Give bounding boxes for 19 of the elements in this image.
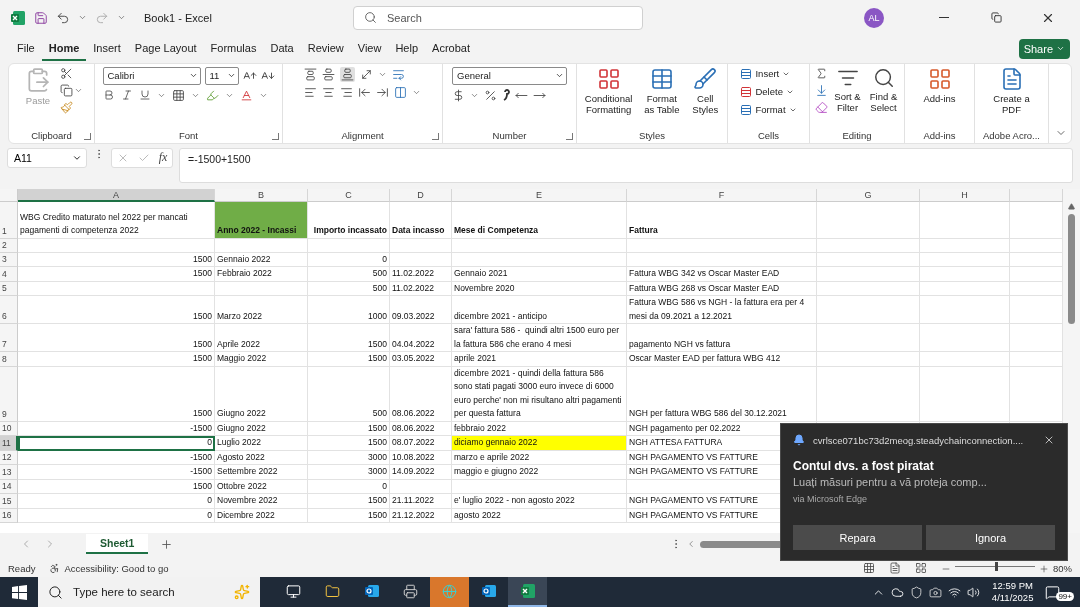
- notification-count: 99+: [1056, 591, 1074, 601]
- group-label: Add-ins: [923, 129, 956, 141]
- group-label: Alignment: [341, 129, 384, 141]
- status-ready: Ready: [8, 563, 36, 574]
- date: 4/11/2025: [991, 592, 1034, 604]
- group-label: Number: [492, 129, 527, 141]
- group-label: Adobe Acro...: [982, 129, 1040, 141]
- time: 12:59 PM: [992, 580, 1033, 592]
- button-label: Conditional Formatting: [583, 92, 634, 115]
- button-label: Sort & Filter: [833, 90, 862, 113]
- button-label: Cell Styles: [691, 92, 720, 115]
- group-label: Styles: [639, 129, 665, 141]
- button-label: Format as Table: [643, 92, 681, 115]
- button-label: Find & Select: [869, 90, 898, 113]
- group-label: Editing: [842, 129, 872, 141]
- group-label: Font: [179, 129, 198, 141]
- group-label: Cells: [757, 129, 780, 141]
- document-title: Book1 - Excel: [144, 11, 212, 24]
- group-label: Clipboard: [31, 129, 72, 141]
